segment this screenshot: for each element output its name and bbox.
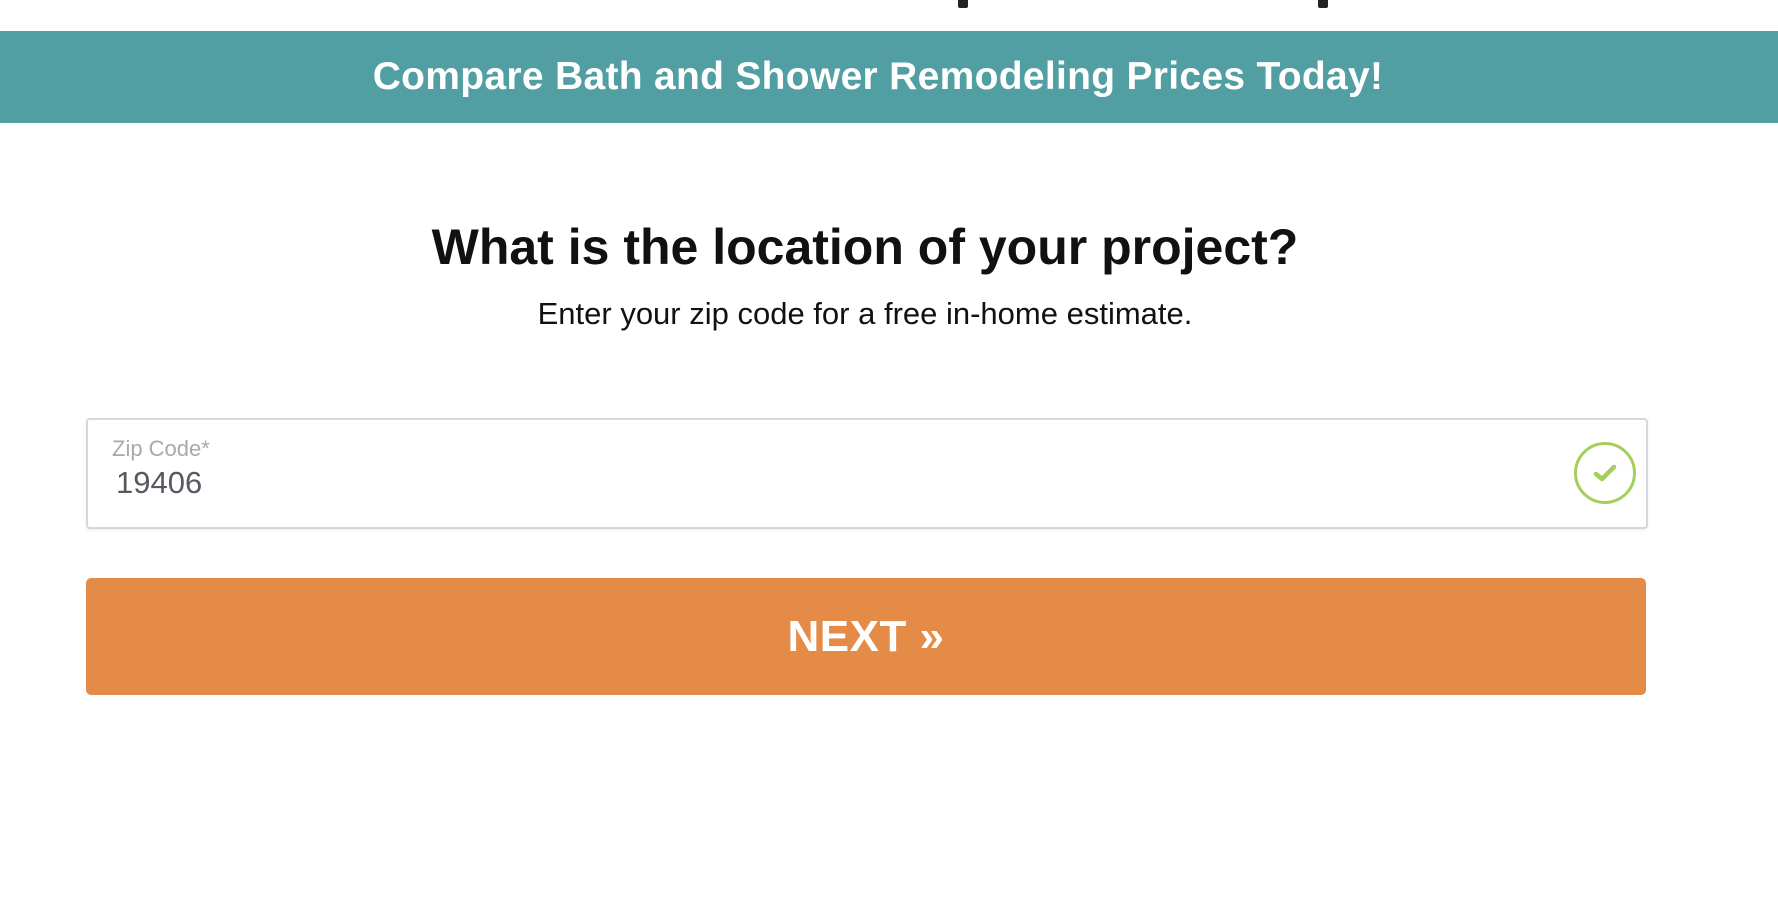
zip-code-field[interactable]: Zip Code* 19406	[86, 418, 1648, 529]
question-subtitle: Enter your zip code for a free in-home e…	[537, 296, 1193, 331]
cut-off-heading	[0, 0, 1778, 31]
zip-code-input[interactable]: 19406	[116, 465, 202, 501]
page: Compare Bath and Shower Remodeling Price…	[0, 0, 1778, 910]
check-circle-icon	[1574, 442, 1636, 504]
promo-banner: Compare Bath and Shower Remodeling Price…	[0, 31, 1778, 123]
checkmark-icon	[1593, 464, 1617, 482]
banner-text: Compare Bath and Shower Remodeling Price…	[372, 55, 1384, 98]
zip-code-label: Zip Code*	[112, 436, 210, 461]
question-heading: What is the location of your project?	[431, 219, 1299, 275]
next-button[interactable]: NEXT »	[86, 578, 1646, 695]
